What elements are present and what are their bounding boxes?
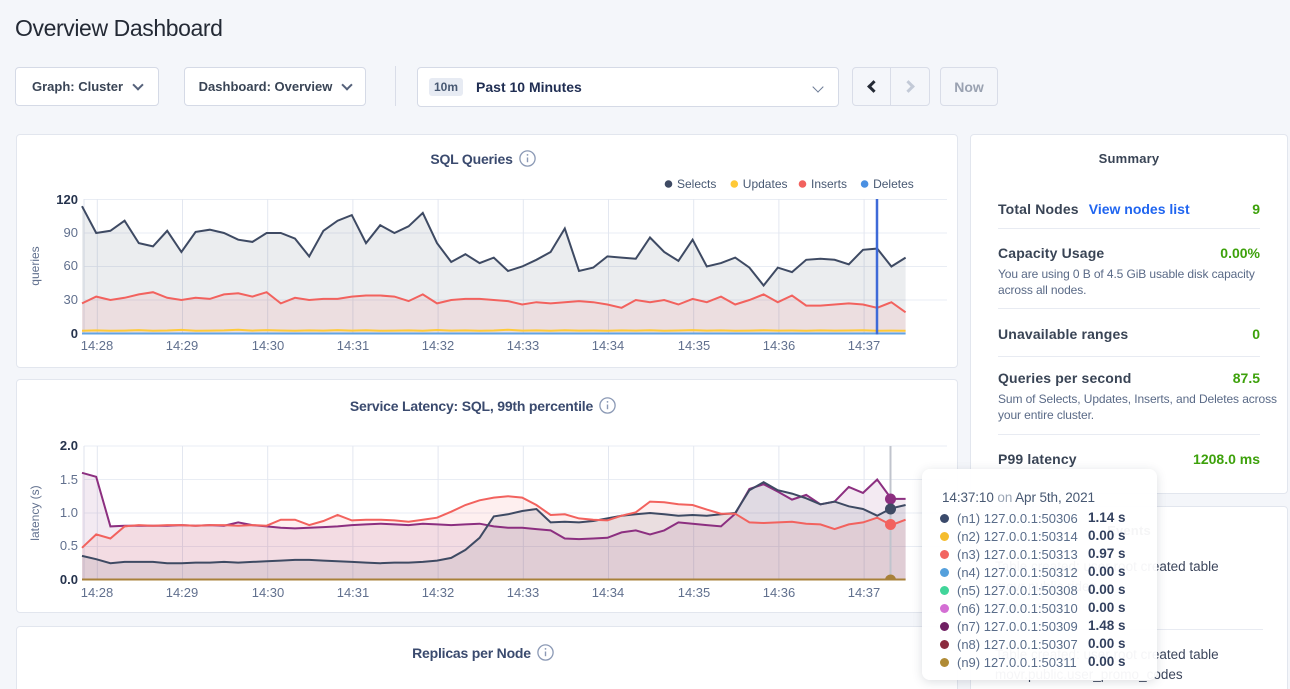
svg-text:Deletes: Deletes [873,177,914,191]
svg-text:14:30: 14:30 [252,338,285,353]
svg-text:Updates: Updates [743,177,788,191]
svg-text:30: 30 [64,292,78,307]
svg-text:14:36: 14:36 [763,338,796,353]
svg-text:0: 0 [71,326,78,341]
svg-text:120: 120 [56,192,78,207]
svg-text:14:37: 14:37 [848,338,881,353]
svg-text:14:36: 14:36 [763,585,796,600]
svg-text:14:30: 14:30 [252,585,285,600]
svg-text:14:29: 14:29 [166,585,199,600]
svg-text:14:35: 14:35 [678,338,711,353]
svg-text:14:35: 14:35 [678,585,711,600]
svg-text:90: 90 [64,225,78,240]
svg-text:14:31: 14:31 [337,585,370,600]
svg-text:14:32: 14:32 [422,585,455,600]
svg-text:14:33: 14:33 [507,338,540,353]
svg-text:1.0: 1.0 [60,505,78,520]
svg-text:latency (s): latency (s) [28,485,42,540]
svg-text:queries: queries [28,246,42,285]
svg-text:2.0: 2.0 [60,438,78,453]
svg-text:14:29: 14:29 [166,338,199,353]
svg-text:Selects: Selects [677,177,716,191]
svg-text:14:28: 14:28 [81,338,114,353]
svg-text:14:34: 14:34 [592,585,625,600]
svg-text:0.0: 0.0 [60,572,78,587]
svg-text:14:34: 14:34 [592,338,625,353]
svg-text:14:37: 14:37 [848,585,881,600]
svg-text:1.5: 1.5 [60,472,78,487]
svg-text:14:31: 14:31 [337,338,370,353]
svg-text:14:33: 14:33 [507,585,540,600]
svg-text:60: 60 [64,258,78,273]
svg-text:0.5: 0.5 [60,538,78,553]
svg-text:14:32: 14:32 [422,338,455,353]
svg-text:14:28: 14:28 [81,585,114,600]
svg-text:Inserts: Inserts [811,177,847,191]
